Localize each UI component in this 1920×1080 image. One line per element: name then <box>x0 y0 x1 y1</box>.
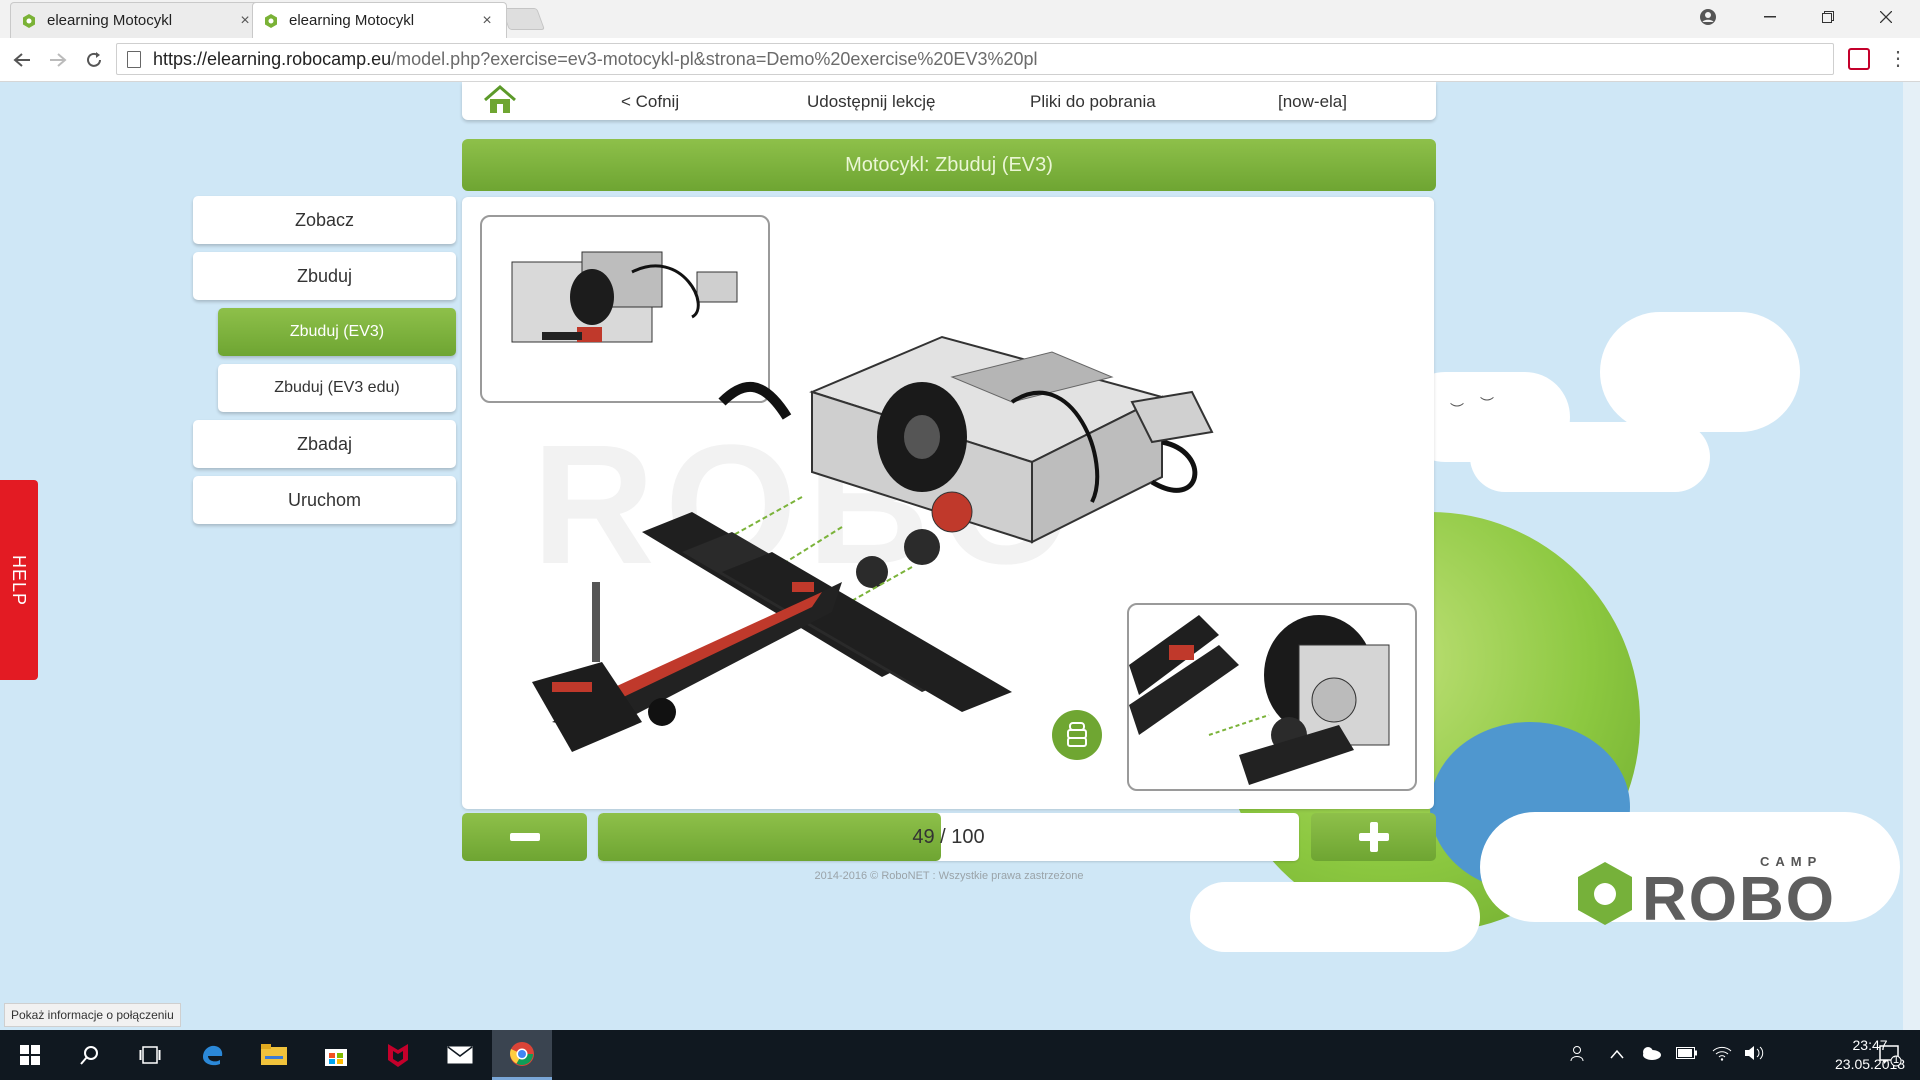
lego-motorcycle-model-image <box>532 335 1214 752</box>
sidebar-item-zbadaj[interactable]: Zbadaj <box>193 420 456 468</box>
help-tab[interactable]: HELP <box>0 480 38 680</box>
help-label: HELP <box>9 554 30 606</box>
browser-menu-icon[interactable]: ⋮ <box>1888 46 1908 71</box>
plus-icon <box>1358 822 1389 852</box>
system-tray <box>1570 1030 1764 1080</box>
extension-icon[interactable] <box>1848 48 1870 70</box>
user-link[interactable]: [now-ela] <box>1278 92 1347 112</box>
detail-zoom-image <box>1129 615 1390 785</box>
url-host: https://elearning.robocamp.eu <box>153 48 392 69</box>
notification-count: 1 <box>1893 1054 1900 1066</box>
lego-brick-icon <box>1067 722 1087 747</box>
browser-tab-1[interactable]: elearning Motocykl × <box>10 2 265 38</box>
minimize-icon[interactable] <box>1742 0 1798 34</box>
step-counter: 49 / 100 <box>598 813 1299 861</box>
volume-icon[interactable] <box>1744 1045 1764 1066</box>
restore-icon[interactable] <box>1800 0 1856 34</box>
step-separator: / <box>940 825 946 848</box>
forward-arrow-icon[interactable] <box>44 46 72 74</box>
new-tab-button[interactable] <box>500 8 546 30</box>
robocamp-favicon-icon <box>23 13 35 28</box>
page-title: Motocykl: Zbuduj (EV3) <box>462 139 1436 191</box>
current-step: 49 <box>912 825 935 848</box>
minus-icon <box>509 833 540 841</box>
back-link[interactable]: < Cofnij <box>621 92 679 112</box>
home-icon[interactable] <box>482 84 518 116</box>
browser-tab-bar: elearning Motocykl × elearning Motocykl … <box>0 0 1920 38</box>
share-lesson-link[interactable]: Udostępnij lekcję <box>807 92 936 112</box>
connection-info-tooltip: Pokaż informacje o połączeniu <box>4 1003 181 1027</box>
url-path: /model.php?exercise=ev3-motocykl-pl&stro… <box>391 48 1038 69</box>
sidebar-item-uruchom[interactable]: Uruchom <box>193 476 456 524</box>
tab-label: elearning Motocykl <box>289 12 415 29</box>
mcafee-icon[interactable] <box>368 1030 428 1080</box>
close-tab-icon[interactable]: × <box>478 12 496 30</box>
chrome-icon[interactable] <box>492 1030 552 1080</box>
cloud-illustration <box>1600 312 1800 432</box>
reload-icon[interactable] <box>80 46 108 74</box>
sidebar-item-zbuduj[interactable]: Zbuduj <box>193 252 456 300</box>
people-icon[interactable] <box>1570 1044 1588 1067</box>
page-info-icon[interactable] <box>127 50 141 68</box>
chevron-up-icon[interactable] <box>1610 1046 1624 1064</box>
cloud-illustration <box>1190 882 1480 952</box>
profile-icon[interactable] <box>1680 0 1736 34</box>
sidebar-item-zbuduj-ev3-edu[interactable]: Zbuduj (EV3 edu) <box>218 364 456 412</box>
detail-zoom-thumbnail[interactable] <box>1127 603 1417 791</box>
onedrive-icon[interactable] <box>1640 1046 1662 1065</box>
total-steps: 100 <box>951 825 985 848</box>
mail-icon[interactable] <box>430 1030 490 1080</box>
page-viewport: ︶ ︶ < Cofnij Udostępnij lekcję Pliki do … <box>0 82 1920 1030</box>
wifi-icon[interactable] <box>1712 1045 1732 1066</box>
store-icon[interactable] <box>306 1030 366 1080</box>
back-arrow-icon[interactable] <box>8 46 36 74</box>
robocamp-favicon-icon <box>265 13 277 28</box>
task-view-icon[interactable] <box>120 1030 180 1080</box>
previous-step-button[interactable] <box>462 813 587 861</box>
step-progress-bar: 49 / 100 <box>598 813 1299 861</box>
logo-robo-text: ROBO <box>1642 865 1836 934</box>
bird-icon: ︶ <box>1480 396 1494 412</box>
page-scrollbar[interactable] <box>1903 82 1920 1030</box>
close-window-icon[interactable] <box>1858 0 1914 34</box>
battery-icon[interactable] <box>1676 1046 1698 1064</box>
action-center-icon[interactable]: 1 <box>1860 1030 1920 1080</box>
sidebar-item-zbuduj-ev3[interactable]: Zbuduj (EV3) <box>218 308 456 356</box>
sidebar-item-zobacz[interactable]: Zobacz <box>193 196 456 244</box>
downloads-link[interactable]: Pliki do pobrania <box>1030 92 1156 112</box>
browser-tab-2[interactable]: elearning Motocykl × <box>252 2 507 38</box>
search-icon[interactable] <box>60 1030 120 1080</box>
windows-taskbar: 23:47 23.05.2018 1 <box>0 1030 1920 1080</box>
tab-label: elearning Motocykl <box>47 12 173 29</box>
build-instruction-panel: ROBO <box>462 197 1434 809</box>
start-icon[interactable] <box>0 1030 60 1080</box>
file-explorer-icon[interactable] <box>244 1030 304 1080</box>
browser-toolbar: https://elearning.robocamp.eu/model.php?… <box>0 38 1920 82</box>
parts-list-button[interactable] <box>1052 710 1102 760</box>
next-step-button[interactable] <box>1311 813 1436 861</box>
copyright-text: 2014-2016 © RoboNET : Wszystkie prawa za… <box>814 870 1084 882</box>
url-bar[interactable]: https://elearning.robocamp.eu/model.php?… <box>116 43 1834 75</box>
edge-browser-icon[interactable] <box>182 1030 242 1080</box>
bird-icon: ︶ <box>1450 402 1464 418</box>
top-navigation: < Cofnij Udostępnij lekcję Pliki do pobr… <box>462 82 1436 120</box>
